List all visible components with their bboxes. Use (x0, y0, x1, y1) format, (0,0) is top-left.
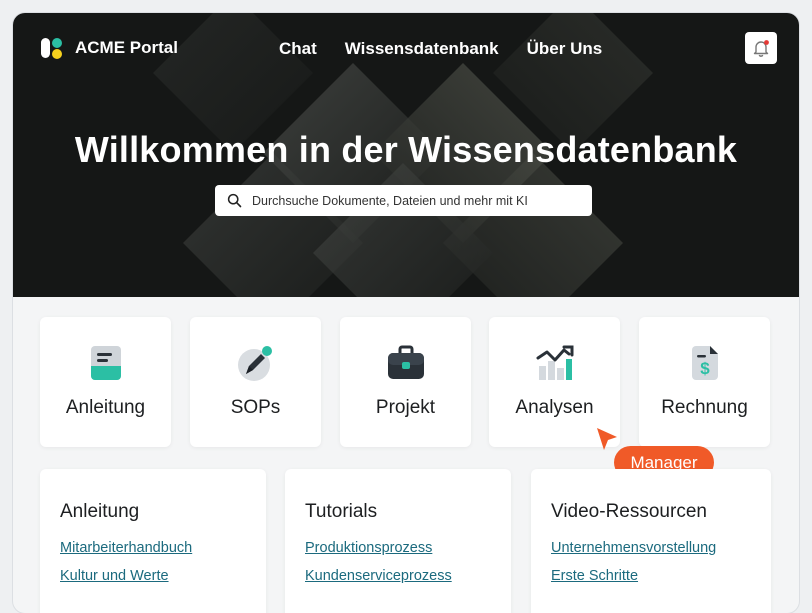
nav-ueber-uns[interactable]: Über Uns (527, 39, 603, 59)
category-label: Projekt (375, 397, 436, 418)
resource-title: Anleitung (60, 501, 140, 522)
chart-icon (536, 345, 573, 380)
resource-title: Tutorials (305, 501, 378, 522)
cursor-pointer-icon (597, 428, 617, 450)
category-label: SOPs (230, 397, 281, 418)
search-icon (227, 193, 242, 208)
nav-wissensdatenbank[interactable]: Wissensdatenbank (345, 39, 499, 59)
hero-title: Willkommen in der Wissensdatenbank (74, 129, 738, 170)
svg-text:$: $ (700, 359, 710, 378)
search-input[interactable] (250, 192, 574, 209)
resource-link[interactable]: Kundenserviceprozess (305, 568, 452, 584)
hero-section: ACME Portal Chat Wissensdatenbank Über U… (13, 13, 799, 297)
document-icon (90, 346, 121, 380)
resource-link[interactable]: Kultur und Werte (60, 568, 169, 584)
nav-chat[interactable]: Chat (279, 39, 317, 59)
category-card-sops[interactable]: SOPs (190, 317, 321, 447)
brand[interactable]: ACME Portal (39, 35, 178, 61)
resource-card-tutorials: Tutorials Produktionsprozess Kundenservi… (285, 469, 511, 613)
brand-name: ACME Portal (75, 38, 178, 57)
resource-link[interactable]: Mitarbeiterhandbuch (60, 540, 192, 556)
app-window: ACME Portal Chat Wissensdatenbank Über U… (13, 13, 799, 613)
invoice-icon: $ (691, 346, 718, 380)
category-label: Analysen (515, 397, 594, 418)
bell-icon (753, 40, 769, 57)
resource-card-video: Video-Ressourcen Unternehmensvorstellung… (531, 469, 771, 613)
category-card-anleitung[interactable]: Anleitung (40, 317, 171, 447)
resource-link[interactable]: Unternehmensvorstellung (551, 540, 716, 556)
resource-title: Video-Ressourcen (551, 501, 707, 522)
notification-dot (764, 40, 769, 45)
resource-card-anleitung: Anleitung Mitarbeiterhandbuch Kultur und… (40, 469, 266, 613)
category-label: Rechnung (661, 397, 748, 418)
category-card-rechnung[interactable]: $ Rechnung (639, 317, 770, 447)
acme-logo-icon (41, 38, 62, 59)
category-label: Anleitung (65, 397, 146, 418)
briefcase-icon (387, 345, 424, 379)
resource-link[interactable]: Produktionsprozess (305, 540, 432, 556)
main-nav: Chat Wissensdatenbank Über Uns (279, 39, 602, 59)
pen-icon (237, 346, 272, 381)
category-card-projekt[interactable]: Projekt (340, 317, 471, 447)
resource-link[interactable]: Erste Schritte (551, 568, 638, 584)
search-bar[interactable] (215, 185, 592, 216)
notification-button[interactable] (745, 32, 777, 64)
